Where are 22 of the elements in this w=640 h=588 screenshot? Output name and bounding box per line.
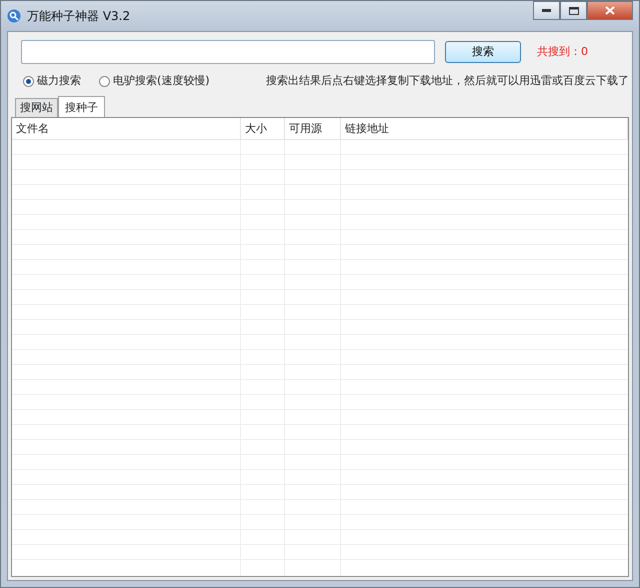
radio-button[interactable]	[99, 76, 110, 87]
column-header[interactable]: 可用源	[285, 118, 341, 140]
tab[interactable]: 搜种子	[58, 96, 105, 117]
hint-text: 搜索出结果后点右键选择复制下载地址，然后就可以用迅雷或百度云下载了	[266, 73, 629, 89]
window-title: 万能种子神器 V3.2	[27, 8, 130, 25]
column-header[interactable]: 大小	[241, 118, 285, 140]
minimize-icon	[542, 9, 551, 12]
radio-label: 磁力搜索	[37, 73, 81, 89]
tab[interactable]: 搜网站	[15, 98, 58, 117]
close-icon	[605, 6, 615, 15]
column-header[interactable]: 链接地址	[341, 118, 628, 140]
app-icon	[7, 9, 21, 23]
minimize-button[interactable]	[533, 1, 560, 20]
maximize-button[interactable]	[560, 1, 587, 20]
radio-button[interactable]	[23, 76, 34, 87]
result-count: 共搜到：0	[537, 44, 588, 60]
search-button[interactable]: 搜索	[445, 41, 521, 63]
maximize-icon	[568, 6, 578, 14]
close-button[interactable]	[587, 1, 633, 20]
column-header[interactable]: 文件名	[12, 118, 241, 140]
search-field[interactable]	[21, 40, 435, 64]
radio-label: 电驴搜索(速度较慢)	[113, 73, 210, 89]
